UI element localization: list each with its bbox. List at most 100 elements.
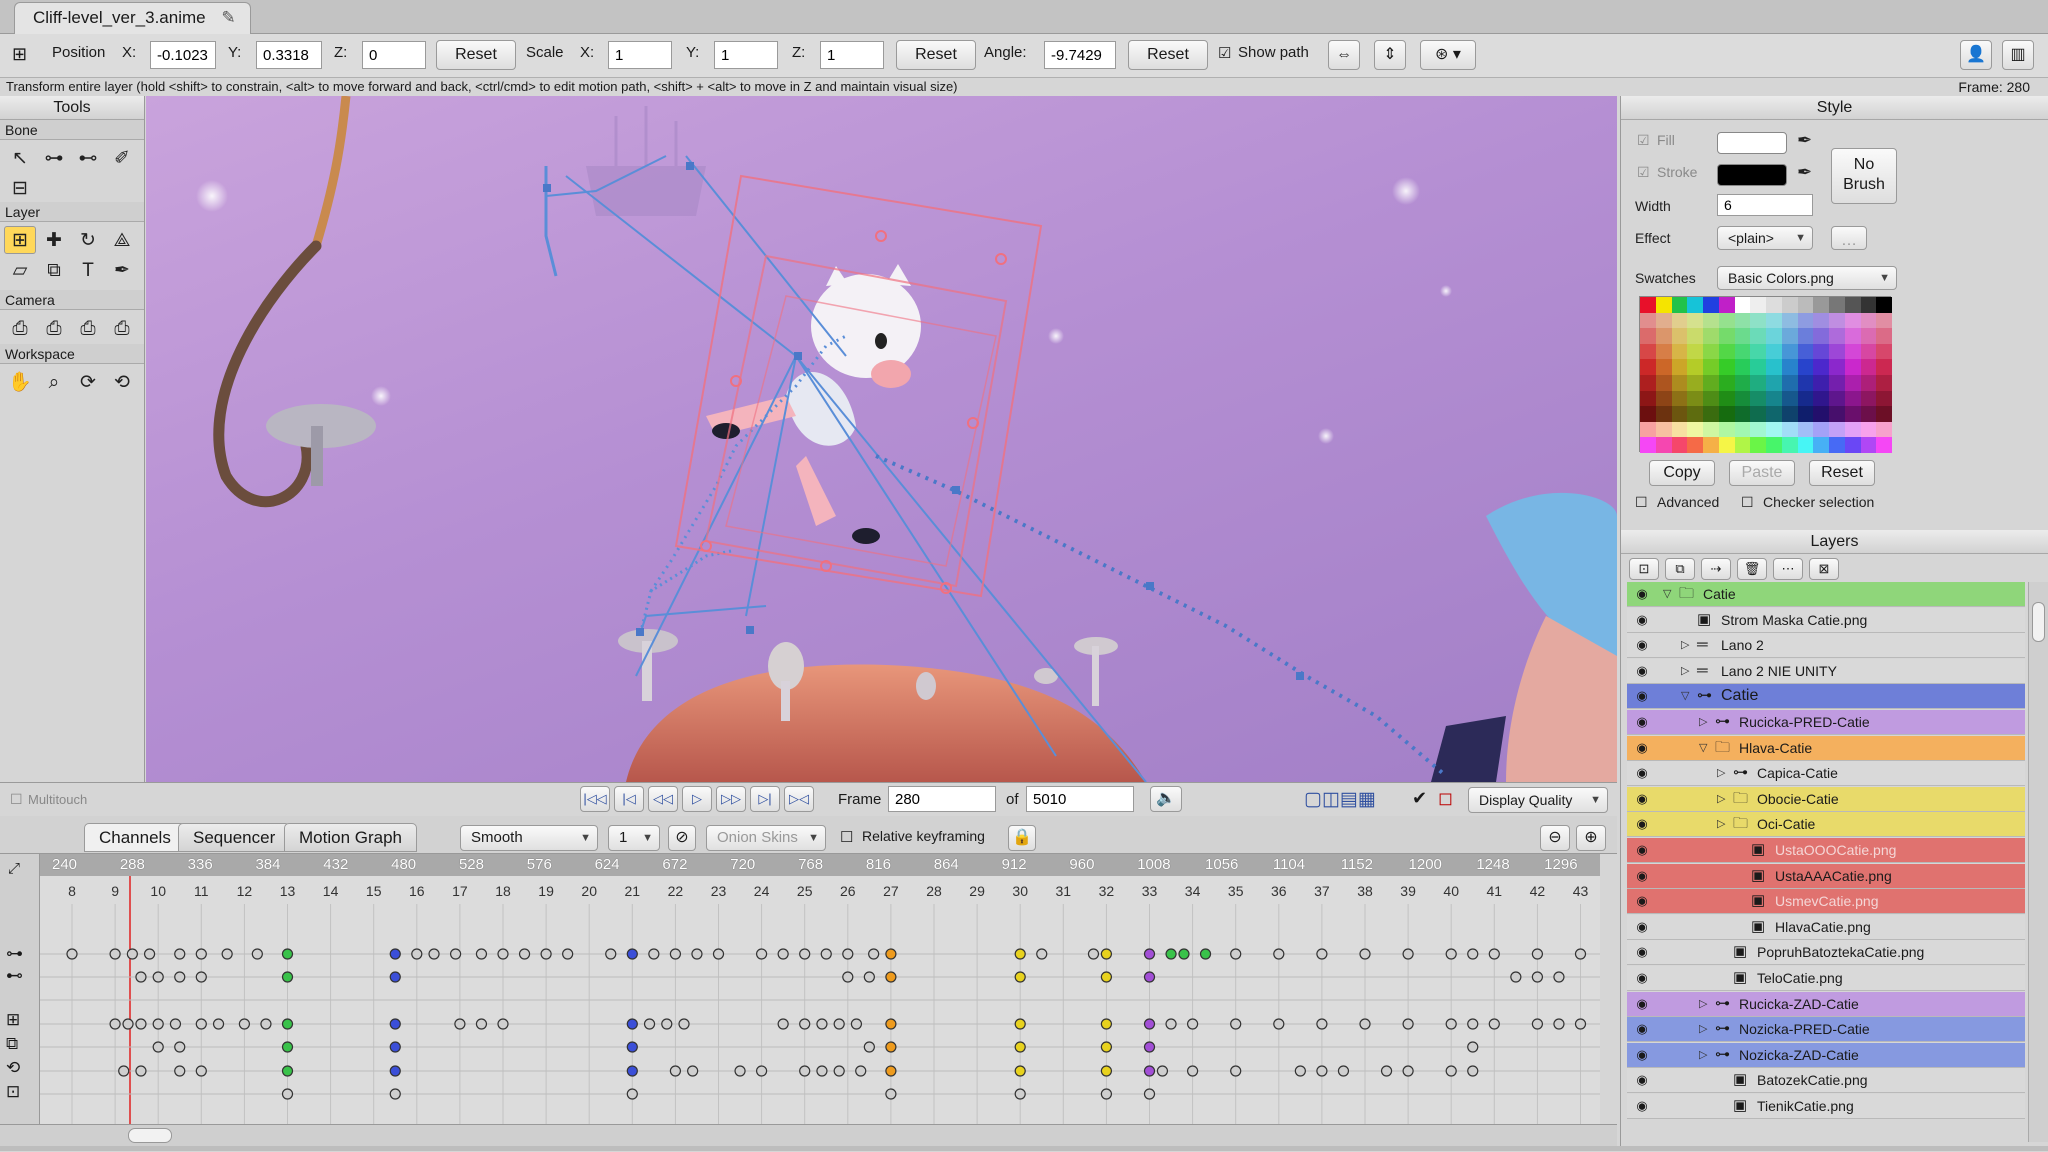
angle-reset-button[interactable]: Reset — [1128, 40, 1208, 70]
keyframe[interactable] — [212, 1018, 225, 1030]
palette-swatch[interactable] — [1671, 375, 1688, 391]
keyframe[interactable] — [1402, 1065, 1414, 1077]
palette-swatch[interactable] — [1813, 359, 1829, 375]
palette-swatch[interactable] — [1860, 437, 1877, 453]
loop-icon[interactable]: ▷◁ — [784, 786, 814, 812]
keyframe[interactable] — [540, 948, 552, 960]
keyframe[interactable] — [1165, 948, 1177, 960]
keyframe[interactable] — [842, 948, 854, 960]
keyframe[interactable] — [1488, 1018, 1500, 1030]
palette-swatch[interactable] — [1766, 359, 1782, 375]
copy-layer-icon[interactable]: ⇢ — [1701, 558, 1731, 580]
palette-swatch[interactable] — [1750, 328, 1766, 344]
keyframe[interactable] — [411, 948, 423, 960]
palette-swatch[interactable] — [1797, 375, 1814, 391]
layers-scrollbar[interactable] — [2028, 582, 2048, 1142]
keyframe[interactable] — [734, 1065, 746, 1077]
palette-swatch[interactable] — [1734, 375, 1751, 391]
palette-swatch[interactable] — [1860, 297, 1877, 313]
layer-row[interactable]: ◉ ▷ ⊶ Nozicka-ZAD-Catie — [1627, 1042, 2025, 1068]
layer-row[interactable]: ◉ ▷ ═ Lano 2 — [1627, 633, 2025, 659]
palette-swatch[interactable] — [1718, 297, 1735, 313]
audio-icon[interactable]: 🔈 — [1150, 786, 1182, 812]
eye-icon[interactable]: ◉ — [1631, 791, 1653, 807]
palette-swatch[interactable] — [1718, 343, 1735, 360]
keyframe[interactable] — [389, 948, 401, 960]
camera-roll-icon[interactable]: ⎙ — [72, 314, 104, 342]
palette-swatch[interactable] — [1844, 312, 1861, 329]
flip-vertical-icon[interactable]: ⇕ — [1374, 40, 1406, 70]
keyframe[interactable] — [174, 1041, 186, 1053]
keyframe[interactable] — [281, 948, 294, 960]
keyframe[interactable] — [152, 1018, 164, 1030]
camera-zoom-icon[interactable]: ⎙ — [38, 314, 70, 342]
palette-swatch[interactable] — [1655, 312, 1672, 329]
keyframe[interactable] — [1294, 1065, 1306, 1077]
keyframe[interactable] — [389, 971, 401, 983]
keyframe[interactable] — [799, 948, 811, 960]
palette-swatch[interactable] — [1750, 390, 1766, 407]
keyframe[interactable] — [152, 1041, 164, 1053]
stroke-checkbox[interactable]: ☑ — [1637, 164, 1650, 181]
eye-icon[interactable]: ◉ — [1631, 816, 1653, 832]
eye-icon[interactable]: ◉ — [1631, 765, 1653, 781]
keyframe[interactable] — [863, 1041, 875, 1053]
palette-swatch[interactable] — [1766, 343, 1782, 360]
keyframe[interactable] — [816, 1018, 828, 1030]
keyframe[interactable] — [833, 1065, 845, 1077]
zoom-out-icon[interactable]: ⊖ — [1540, 825, 1570, 851]
eye-icon[interactable]: ◉ — [1631, 586, 1653, 602]
palette-swatch[interactable] — [1781, 328, 1798, 344]
layer-row[interactable]: ◉ ▷ 🗀 Oci-Catie — [1627, 812, 2025, 838]
palette-swatch[interactable] — [1813, 328, 1829, 344]
cycle-icon[interactable]: ⊘ — [668, 825, 696, 851]
palette-swatch[interactable] — [1655, 359, 1672, 375]
palette-swatch[interactable] — [1640, 375, 1656, 391]
hand-icon[interactable]: ✋ — [4, 368, 36, 396]
eye-icon[interactable]: ◉ — [1631, 944, 1653, 960]
expand-icon[interactable]: ⤢ — [8, 860, 20, 877]
palette-swatch[interactable] — [1655, 328, 1672, 344]
palette-swatch[interactable] — [1671, 328, 1688, 344]
keyframe[interactable] — [1316, 1018, 1328, 1030]
keyframe[interactable] — [260, 1018, 272, 1030]
new-layer-icon[interactable]: ⊡ — [1629, 558, 1659, 580]
palette-swatch[interactable] — [1860, 312, 1877, 329]
keyframe[interactable] — [1087, 948, 1100, 960]
palette-swatch[interactable] — [1844, 421, 1861, 438]
fill-swatch[interactable] — [1717, 132, 1787, 154]
camera-track-icon[interactable]: ⎙ — [4, 314, 36, 342]
palette-swatch[interactable] — [1734, 421, 1751, 438]
frame-input[interactable] — [888, 786, 996, 812]
keyframe[interactable] — [281, 971, 294, 983]
keyframe-canvas[interactable]: 8 9 10 11 12 13 14 15 16 17 18 19 20 21 22 23 24 25 26 27 28… — [40, 876, 1600, 1124]
keyframe[interactable] — [678, 1018, 690, 1030]
keyframe[interactable] — [1014, 1018, 1026, 1030]
layer-row[interactable]: ◉ ▣ TienikCatie.png — [1627, 1094, 2025, 1119]
keyframe[interactable] — [669, 948, 682, 960]
warp-layer-icon[interactable]: ▱ — [4, 256, 36, 284]
orbit-workspace-icon[interactable]: ⟲ — [106, 368, 138, 396]
angle-input[interactable] — [1044, 41, 1116, 69]
palette-swatch[interactable] — [1829, 437, 1845, 453]
timeline-scrollbar[interactable] — [0, 1124, 1617, 1146]
keyframe[interactable] — [1273, 948, 1285, 960]
keyframe[interactable] — [389, 1088, 401, 1100]
multitouch-checkbox[interactable]: ☐ — [10, 791, 23, 808]
palette-swatch[interactable] — [1766, 328, 1782, 344]
keyframe[interactable] — [281, 1065, 294, 1077]
onion-skins-dropdown[interactable]: Onion Skins — [706, 825, 826, 851]
keyframe[interactable] — [661, 1018, 673, 1030]
expand-closed-icon[interactable]: ▷ — [1699, 1043, 1707, 1067]
eyedropper-icon[interactable]: ✒ — [106, 256, 138, 284]
palette-swatch[interactable] — [1797, 406, 1814, 422]
keyframe[interactable] — [816, 1065, 828, 1077]
keyframe[interactable] — [389, 1041, 401, 1053]
layer-row[interactable]: ◉ ▷ ═ Lano 2 NIE UNITY — [1627, 658, 2025, 684]
expand-closed-icon[interactable]: ▷ — [1681, 633, 1689, 657]
expand-closed-icon[interactable]: ▷ — [1699, 710, 1707, 734]
palette-swatch[interactable] — [1813, 421, 1829, 438]
eye-icon[interactable]: ◉ — [1631, 714, 1653, 730]
display-quality-dropdown[interactable]: Display Quality — [1468, 787, 1608, 813]
position-x-input[interactable] — [150, 41, 216, 69]
